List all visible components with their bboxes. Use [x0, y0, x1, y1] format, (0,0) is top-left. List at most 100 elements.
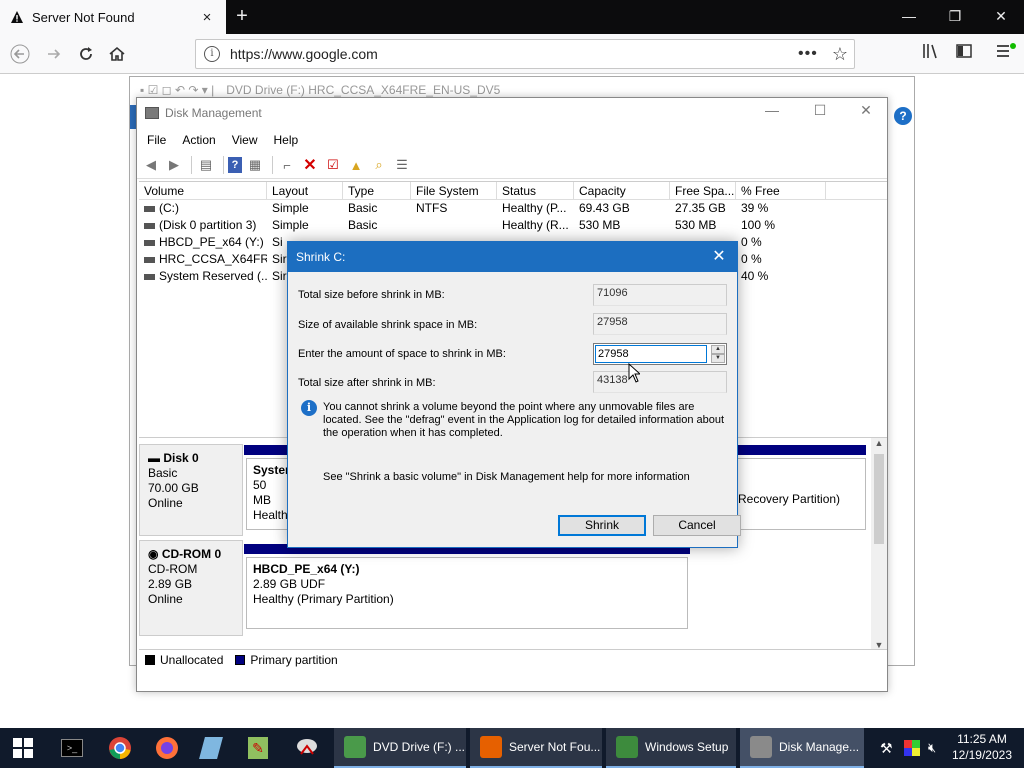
firefox-taskbar-icon[interactable] — [155, 728, 179, 768]
notepad-taskbar-icon[interactable] — [199, 728, 223, 768]
bookmark-star-icon[interactable]: ☆ — [832, 44, 848, 65]
page-actions-icon[interactable]: ••• — [798, 45, 818, 63]
sidebar-icon[interactable] — [955, 42, 973, 65]
column-header[interactable]: Type — [343, 182, 411, 199]
taskbar-app-button[interactable]: Server Not Fou... — [470, 728, 602, 768]
taskbar-app-button[interactable]: DVD Drive (F:) ... — [334, 728, 466, 768]
partition-size: 2.89 GB UDF — [253, 577, 326, 591]
cdrom-partition[interactable]: HBCD_PE_x64 (Y:) 2.89 GB UDF Healthy (Pr… — [246, 557, 688, 629]
taskbar-app-button[interactable]: Disk Manage... — [740, 728, 864, 768]
table-cell: 40 % — [741, 269, 769, 283]
url-bar[interactable]: i https://www.google.com ••• ☆ — [195, 39, 855, 69]
recovery-partition[interactable]: Recovery Partition) — [731, 458, 866, 530]
minimize-button[interactable]: — — [886, 0, 932, 34]
tray-color-icon[interactable] — [904, 728, 920, 768]
shrink-dialog: Shrink C: ✕ Total size before shrink in … — [287, 241, 741, 548]
reload-icon[interactable] — [72, 40, 100, 68]
column-header[interactable]: File System — [411, 182, 497, 199]
disk0-label[interactable]: ▬ Disk 0 Basic 70.00 GB Online — [139, 444, 243, 536]
column-header[interactable]: Capacity — [574, 182, 670, 199]
taskbar-app-button[interactable]: Windows Setup — [606, 728, 736, 768]
search-folder-icon[interactable]: ⌕ — [369, 156, 389, 174]
menu-file[interactable]: File — [147, 133, 166, 147]
dm-minimize-button[interactable]: — — [749, 102, 795, 118]
help-icon[interactable]: ? — [894, 107, 912, 125]
site-info-icon[interactable]: i — [204, 46, 220, 62]
list-view-icon[interactable]: ☰ — [392, 156, 412, 174]
dm-maximize-button[interactable]: ☐ — [797, 102, 843, 119]
tool-taskbar-icon[interactable] — [295, 728, 319, 768]
column-header[interactable]: % Free — [736, 182, 826, 199]
shrink-button[interactable]: Shrink — [558, 515, 646, 536]
forward-arrow-icon[interactable]: ▶ — [164, 156, 184, 174]
menu-icon[interactable] — [995, 42, 1017, 65]
volume-muted-icon[interactable]: 🔇︎ — [928, 728, 936, 768]
check-icon[interactable]: ☑ — [323, 156, 343, 174]
properties-icon[interactable]: ▦ — [245, 156, 265, 174]
info-icon: i — [301, 400, 317, 416]
show-hide-console-icon[interactable]: ▤ — [196, 156, 216, 174]
column-header[interactable]: Volume — [139, 182, 267, 199]
cmd-taskbar-icon[interactable]: >_ — [61, 728, 83, 768]
cdrom-label[interactable]: ◉ CD-ROM 0 CD-ROM 2.89 GB Online — [139, 540, 243, 636]
back-arrow-icon[interactable]: ◀ — [141, 156, 161, 174]
dm-close-button[interactable]: ✕ — [843, 102, 889, 119]
scroll-up-icon[interactable]: ▲ — [871, 438, 887, 448]
partition-name: HBCD_PE_x64 (Y:) — [253, 562, 360, 576]
menu-help[interactable]: Help — [274, 133, 299, 147]
forward-icon[interactable] — [40, 40, 68, 68]
delete-icon[interactable]: ✕ — [300, 156, 320, 174]
dialog-close-icon[interactable]: ✕ — [709, 247, 729, 267]
folder-up-icon[interactable]: ▲ — [346, 156, 366, 174]
cdrom-icon: ◉ — [148, 547, 162, 561]
url-text: https://www.google.com — [230, 46, 378, 62]
browser-tab-bar: Server Not Found × + — ❐ ✕ — [0, 0, 1024, 34]
notepadpp-taskbar-icon[interactable]: ✎ — [248, 728, 268, 768]
table-cell: (Disk 0 partition 3) — [139, 217, 267, 234]
system-reserved-partition[interactable]: System 50 MB Healthy — [246, 458, 296, 530]
column-header[interactable]: Status — [497, 182, 574, 199]
home-icon[interactable] — [103, 40, 131, 68]
help-book-icon[interactable]: ? — [228, 157, 242, 173]
info-message: You cannot shrink a volume beyond the po… — [323, 401, 725, 439]
explorer-icon: ▪ ☑ ◻ ↶ ↷ ▾ | — [140, 83, 215, 97]
menu-bar: File Action View Help — [137, 128, 887, 152]
table-row[interactable]: (Disk 0 partition 3) Simple Basic Healthy (… — [139, 217, 887, 234]
table-cell: HRC_CCSA_X64FR... — [139, 251, 267, 268]
start-button[interactable] — [13, 728, 33, 768]
connect-drive-icon[interactable]: ⌐ — [277, 156, 297, 174]
legend-bar: Unallocated Primary partition — [139, 649, 887, 669]
app-icon — [750, 736, 772, 758]
browser-tab[interactable]: Server Not Found × — [0, 0, 226, 34]
spin-down-icon[interactable]: ▼ — [711, 354, 725, 363]
window-close-button[interactable]: ✕ — [978, 0, 1024, 34]
table-cell: NTFS — [416, 201, 448, 215]
taskbar-app-label: Disk Manage... — [779, 740, 860, 754]
chrome-taskbar-icon[interactable] — [108, 728, 132, 768]
app-icon — [616, 736, 638, 758]
table-cell: 100 % — [741, 218, 776, 232]
shrink-amount-input[interactable] — [595, 345, 707, 363]
system-clock[interactable]: 11:25 AM 12/19/2023 — [952, 731, 1012, 763]
menu-view[interactable]: View — [232, 133, 258, 147]
toolbar: ◀ ▶ ▤ ? ▦ ⌐ ✕ ☑ ▲ ⌕ ☰ — [137, 152, 887, 179]
back-icon[interactable] — [6, 40, 34, 68]
scroll-thumb[interactable] — [874, 454, 884, 544]
total-before-field: 71096 — [593, 284, 727, 306]
table-row[interactable]: (C:) Simple Basic NTFS Healthy (P... 69.43 GB… — [139, 200, 887, 217]
menu-action[interactable]: Action — [182, 133, 215, 147]
tray-tool-icon[interactable]: ⚒ — [880, 728, 893, 768]
tab-close-icon[interactable]: × — [198, 8, 216, 26]
table-cell: 0 % — [741, 235, 762, 249]
restore-button[interactable]: ❐ — [932, 0, 978, 34]
column-header[interactable]: Layout — [267, 182, 343, 199]
new-tab-button[interactable]: + — [230, 4, 254, 28]
shrink-amount-stepper[interactable]: ▲ ▼ — [593, 343, 727, 365]
column-header[interactable]: Free Spa... — [670, 182, 736, 199]
library-icon[interactable] — [922, 42, 940, 65]
shrink-dialog-titlebar: Shrink C: ✕ — [288, 242, 737, 272]
spin-up-icon[interactable]: ▲ — [711, 345, 725, 354]
graph-scrollbar[interactable]: ▲ ▼ — [871, 438, 887, 650]
partition-size: 50 MB — [253, 478, 271, 507]
cancel-button[interactable]: Cancel — [653, 515, 741, 536]
